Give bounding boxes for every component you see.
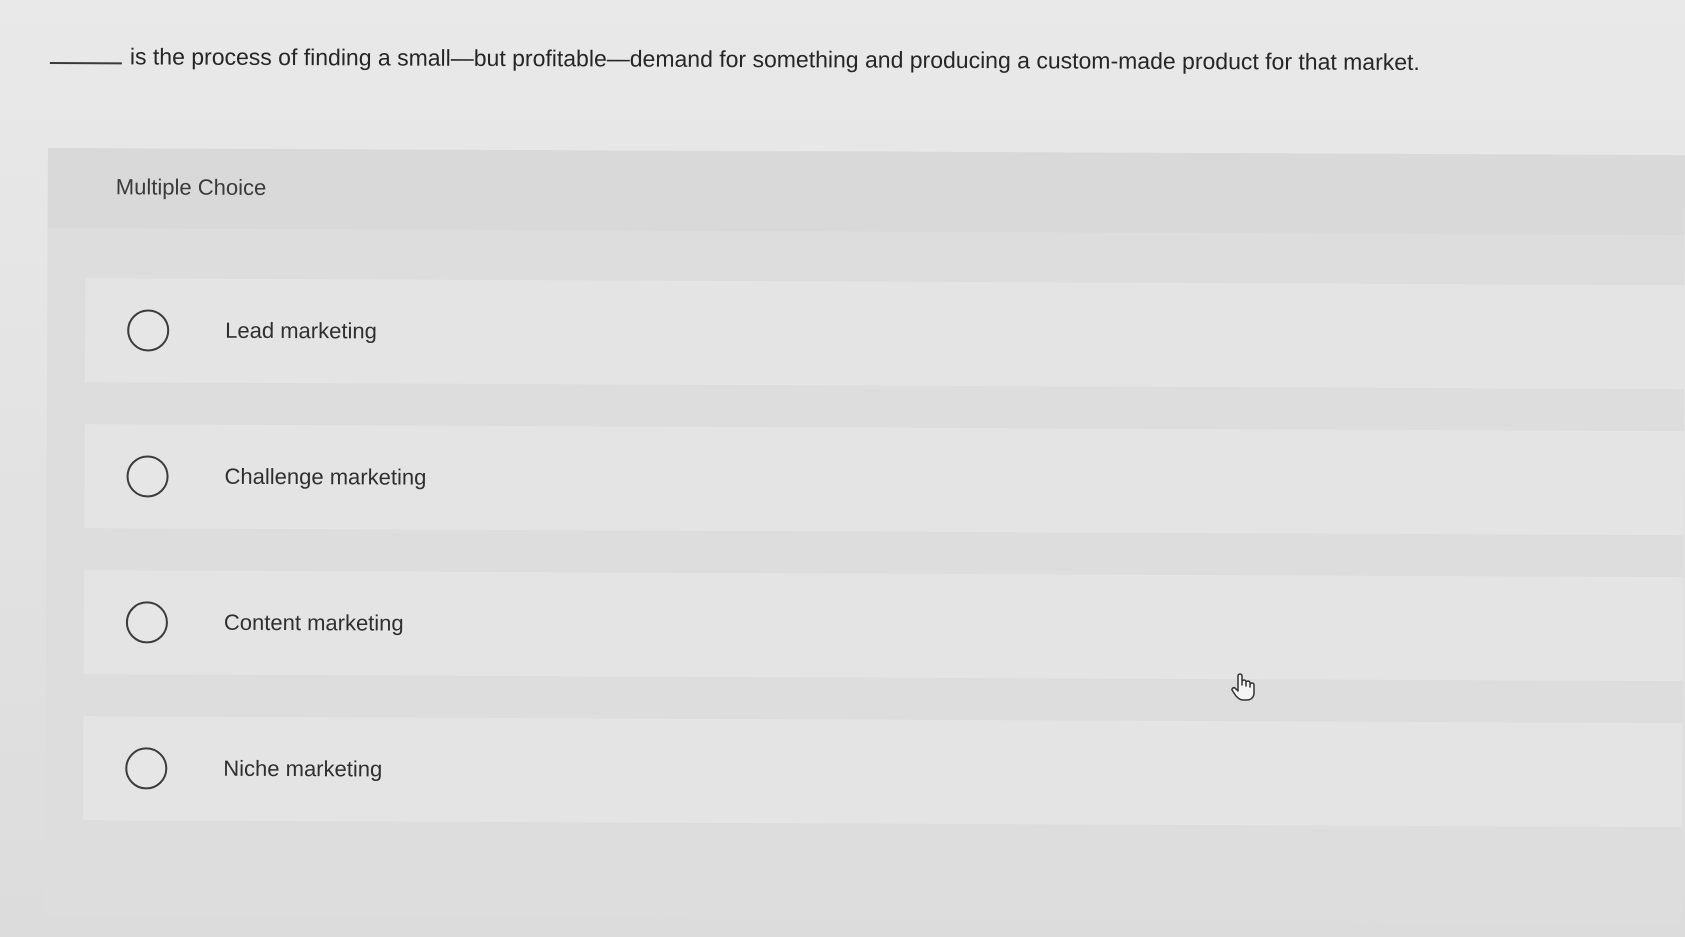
- radio-button[interactable]: [125, 601, 169, 644]
- question-text: is the process of finding a small—but pr…: [49, 38, 1650, 81]
- multiple-choice-panel: Multiple Choice Lead marketing Challenge…: [44, 148, 1685, 924]
- option-challenge-marketing[interactable]: Challenge marketing: [84, 424, 1684, 536]
- hand-pointer-icon: [1230, 672, 1256, 702]
- panel-header: Multiple Choice: [47, 148, 1685, 236]
- option-label: Content marketing: [223, 609, 404, 636]
- option-niche-marketing[interactable]: Niche marketing: [83, 716, 1683, 828]
- option-label: Challenge marketing: [224, 463, 427, 490]
- option-label: Lead marketing: [225, 317, 377, 344]
- question-stem: is the process of finding a small—but pr…: [129, 43, 1420, 75]
- answer-blank: [49, 39, 122, 65]
- option-label: Niche marketing: [223, 755, 383, 782]
- option-content-marketing[interactable]: Content marketing: [83, 570, 1684, 682]
- radio-button[interactable]: [127, 309, 170, 352]
- radio-button[interactable]: [125, 747, 168, 790]
- radio-button[interactable]: [126, 455, 169, 498]
- option-lead-marketing[interactable]: Lead marketing: [84, 278, 1685, 390]
- panel-title: Multiple Choice: [115, 174, 267, 200]
- options-list: Lead marketing Challenge marketing Conte…: [83, 278, 1685, 869]
